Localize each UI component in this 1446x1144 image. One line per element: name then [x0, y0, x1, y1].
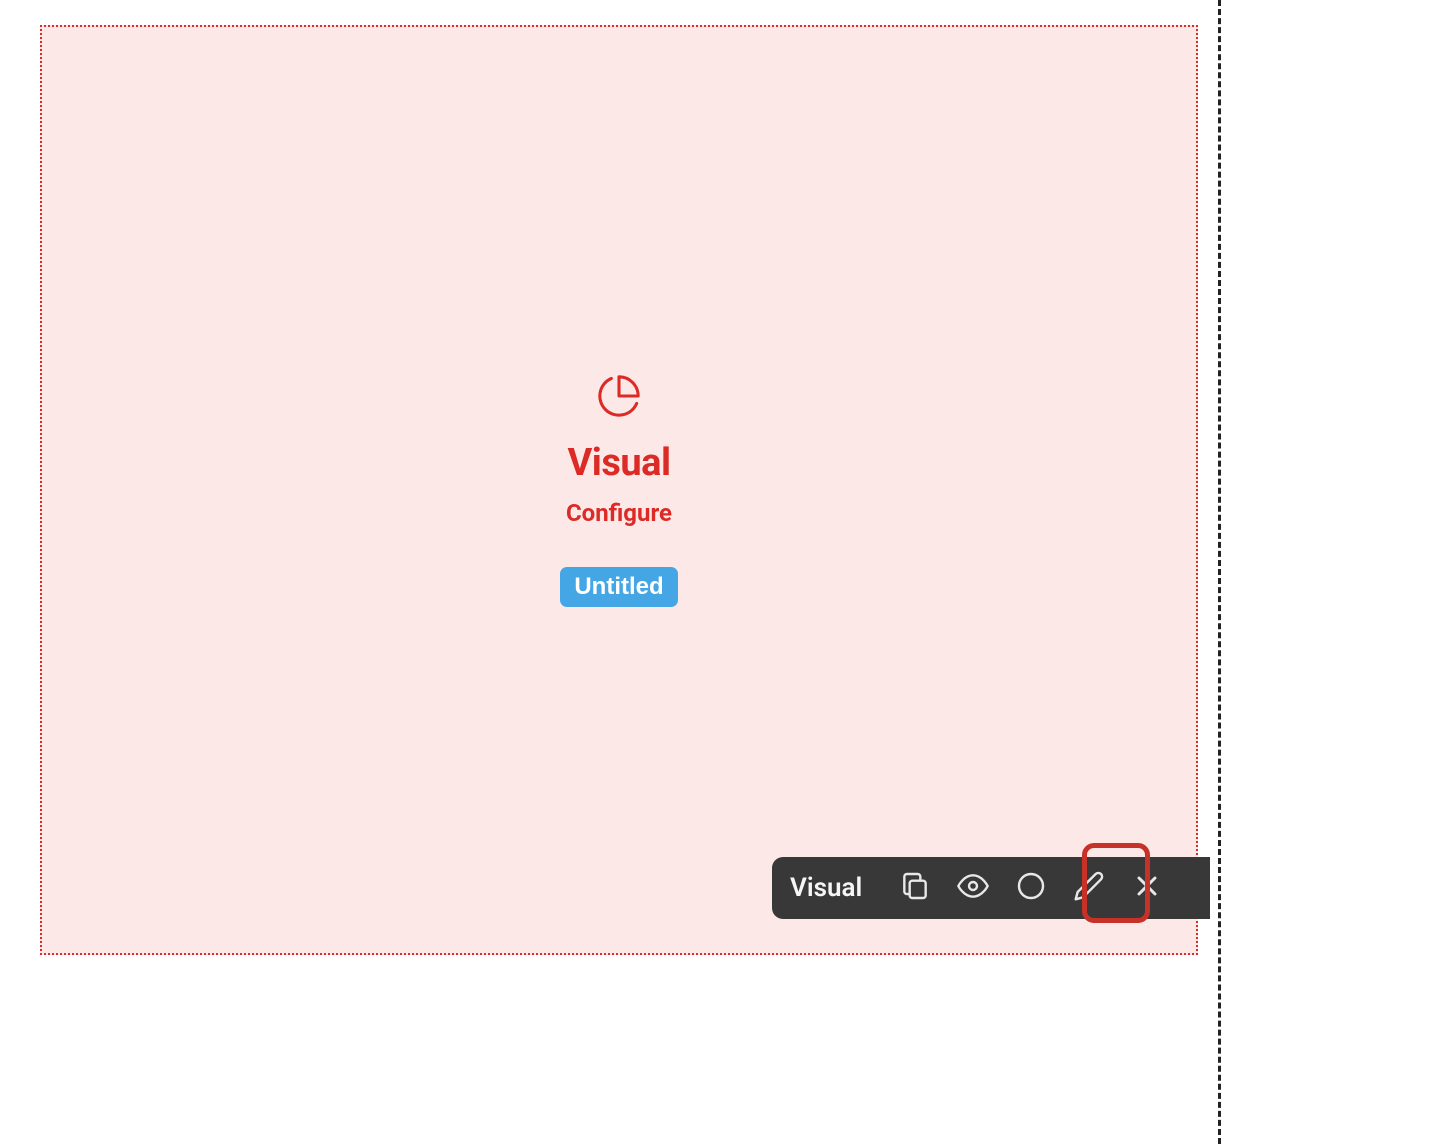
pie-chart-icon: [596, 373, 642, 419]
copy-icon: [899, 870, 931, 906]
visual-canvas[interactable]: Visual Configure Untitled: [40, 25, 1198, 955]
toolbar-label: Visual: [790, 873, 862, 903]
close-icon: [1131, 870, 1163, 906]
drop-target-edge: [1218, 0, 1221, 1144]
pencil-icon: [1073, 870, 1105, 906]
edit-button[interactable]: [1064, 863, 1114, 913]
canvas-subtitle[interactable]: Configure: [566, 499, 672, 527]
canvas-placeholder: Visual Configure Untitled: [560, 373, 677, 607]
copy-button[interactable]: [890, 863, 940, 913]
close-button[interactable]: [1122, 863, 1172, 913]
circle-button[interactable]: [1006, 863, 1056, 913]
toolbar-actions: [890, 863, 1172, 913]
eye-icon: [957, 870, 989, 906]
visibility-button[interactable]: [948, 863, 998, 913]
untitled-chip[interactable]: Untitled: [560, 567, 677, 607]
element-toolbar: Visual: [772, 857, 1210, 919]
canvas-title: Visual: [567, 441, 670, 485]
circle-icon: [1015, 870, 1047, 906]
